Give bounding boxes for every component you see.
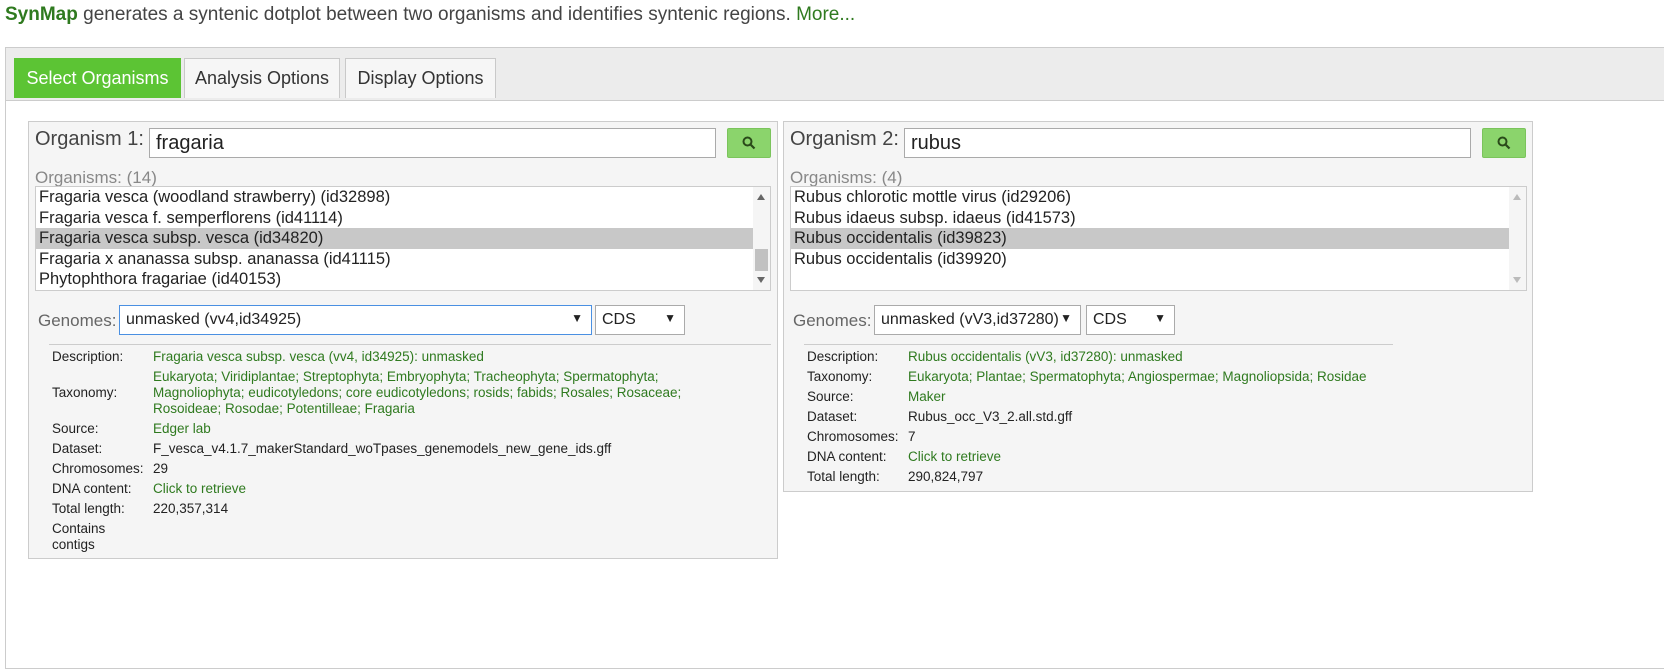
organism1-genome-value: unmasked (vv4,id34925) bbox=[126, 311, 302, 328]
tab-display-options[interactable]: Display Options bbox=[345, 58, 496, 98]
chromosomes-value: 7 bbox=[908, 429, 916, 444]
organism2-panel: Organism 2: Organisms: (4) Rubus chlorot… bbox=[783, 121, 1533, 492]
scroll-up-icon[interactable] bbox=[1513, 194, 1521, 200]
organism1-panel: Organism 1: Organisms: (14) Fragaria ves… bbox=[28, 121, 778, 559]
tab-select-organisms[interactable]: Select Organisms bbox=[14, 58, 181, 98]
more-link[interactable]: More... bbox=[796, 4, 855, 25]
organism1-search-input[interactable] bbox=[149, 128, 716, 158]
source-value: Edger lab bbox=[153, 421, 211, 436]
organism2-feature-value: CDS bbox=[1093, 311, 1127, 328]
source-value: Maker bbox=[908, 389, 946, 404]
list-item[interactable]: Phytophthora fragariae (id40153) bbox=[36, 269, 770, 290]
app-description: generates a syntenic dotplot between two… bbox=[77, 4, 797, 25]
app-brand: SynMap bbox=[5, 4, 78, 25]
organism2-feature-select[interactable]: CDS ▼ bbox=[1086, 305, 1175, 335]
list-item[interactable]: Rubus occidentalis (id39920) bbox=[791, 249, 1526, 270]
description-value: Fragaria vesca subsp. vesca (vv4, id3492… bbox=[153, 349, 484, 364]
organism2-genomes-label: Genomes: bbox=[793, 311, 872, 330]
organism1-search-button[interactable] bbox=[727, 128, 771, 158]
description-label: Description: bbox=[52, 349, 124, 364]
description-label: Description: bbox=[807, 349, 879, 364]
chevron-down-icon: ▼ bbox=[571, 311, 583, 325]
organism1-feature-value: CDS bbox=[602, 311, 636, 328]
dataset-value: F_vesca_v4.1.7_makerStandard_woTpases_ge… bbox=[153, 441, 612, 456]
organism1-genome-info: Description: Fragaria vesca subsp. vesca … bbox=[52, 348, 772, 558]
divider bbox=[804, 344, 1393, 345]
total-length-label: Total length: bbox=[807, 469, 880, 484]
dna-retrieve-link[interactable]: Click to retrieve bbox=[153, 481, 246, 496]
taxonomy-value-line2: Magnoliophyta; eudicotyledons; core eudi… bbox=[153, 385, 682, 400]
scroll-thumb[interactable] bbox=[755, 249, 768, 271]
total-length-value: 290,824,797 bbox=[908, 469, 984, 484]
organism2-genome-value: unmasked (vV3,id37280) bbox=[881, 311, 1059, 328]
organism2-count-label: Organisms: (4) bbox=[790, 168, 903, 187]
taxonomy-value-line3: Rosoideae; Rosodae; Potentilleae; Fragar… bbox=[153, 401, 415, 416]
organism1-feature-select[interactable]: CDS ▼ bbox=[595, 305, 685, 335]
organism2-genome-select[interactable]: unmasked (vV3,id37280) ▼ bbox=[874, 305, 1081, 335]
list-item[interactable]: Rubus idaeus subsp. idaeus (id41573) bbox=[791, 208, 1526, 229]
dataset-label: Dataset: bbox=[52, 441, 103, 456]
source-label: Source: bbox=[52, 421, 99, 436]
taxonomy-value-line1: Eukaryota; Viridiplantae; Streptophyta; … bbox=[153, 369, 659, 384]
tab-analysis-options[interactable]: Analysis Options bbox=[184, 58, 340, 98]
contigs-label-line2: contigs bbox=[52, 537, 95, 552]
page-header: SynMap generates a syntenic dotplot betw… bbox=[5, 4, 855, 26]
taxonomy-value: Eukaryota; Plantae; Spermatophyta; Angio… bbox=[908, 369, 1367, 384]
list-item-selected[interactable]: Rubus occidentalis (id39823) bbox=[791, 228, 1526, 249]
chevron-down-icon: ▼ bbox=[664, 311, 676, 325]
list-item[interactable]: Fragaria vesca f. semperflorens (id41114… bbox=[36, 208, 770, 229]
source-label: Source: bbox=[807, 389, 854, 404]
chromosomes-label: Chromosomes: bbox=[807, 429, 899, 444]
scroll-down-icon[interactable] bbox=[757, 277, 765, 283]
dataset-label: Dataset: bbox=[807, 409, 858, 424]
taxonomy-label: Taxonomy: bbox=[52, 385, 118, 400]
list-item[interactable]: Fragaria x ananassa subsp. ananassa (id4… bbox=[36, 249, 770, 270]
organism1-listbox[interactable]: Fragaria vesca (woodland strawberry) (id… bbox=[35, 186, 771, 291]
chevron-down-icon: ▼ bbox=[1154, 311, 1166, 325]
search-icon bbox=[1497, 136, 1511, 150]
organism1-genomes-label: Genomes: bbox=[38, 311, 117, 330]
chromosomes-label: Chromosomes: bbox=[52, 461, 144, 476]
organism2-search-input[interactable] bbox=[904, 128, 1471, 158]
organism1-count-label: Organisms: (14) bbox=[35, 168, 157, 187]
dna-content-label: DNA content: bbox=[52, 481, 132, 496]
dna-retrieve-link[interactable]: Click to retrieve bbox=[908, 449, 1001, 464]
list-item[interactable]: Rubus chlorotic mottle virus (id29206) bbox=[791, 187, 1526, 208]
chromosomes-value: 29 bbox=[153, 461, 169, 476]
dataset-value: Rubus_occ_V3_2.all.std.gff bbox=[908, 409, 1073, 424]
organism2-genome-info: Description: Rubus occidentalis (vV3, id3… bbox=[807, 348, 1527, 488]
organism2-listbox[interactable]: Rubus chlorotic mottle virus (id29206) R… bbox=[790, 186, 1527, 291]
list-item[interactable]: Fragaria vesca (woodland strawberry) (id… bbox=[36, 187, 770, 208]
organism2-list-scrollbar[interactable] bbox=[1509, 187, 1526, 290]
organism2-search-button[interactable] bbox=[1482, 128, 1526, 158]
dna-content-label: DNA content: bbox=[807, 449, 887, 464]
total-length-label: Total length: bbox=[52, 501, 125, 516]
description-value: Rubus occidentalis (vV3, id37280): unmas… bbox=[908, 349, 1183, 364]
organism1-list-scrollbar[interactable] bbox=[753, 187, 770, 290]
contigs-label-line1: Contains bbox=[52, 521, 106, 536]
scroll-up-icon[interactable] bbox=[757, 194, 765, 200]
tab-bar: Select Organisms Analysis Options Displa… bbox=[6, 48, 1664, 101]
search-icon bbox=[742, 136, 756, 150]
scroll-down-icon[interactable] bbox=[1513, 277, 1521, 283]
organism1-label: Organism 1: bbox=[35, 128, 144, 150]
organism1-genome-select[interactable]: unmasked (vv4,id34925) ▼ bbox=[119, 305, 592, 335]
total-length-value: 220,357,314 bbox=[153, 501, 229, 516]
list-item-selected[interactable]: Fragaria vesca subsp. vesca (id34820) bbox=[36, 228, 770, 249]
divider bbox=[49, 344, 771, 345]
organism2-label: Organism 2: bbox=[790, 128, 899, 150]
chevron-down-icon: ▼ bbox=[1060, 311, 1072, 325]
taxonomy-label: Taxonomy: bbox=[807, 369, 873, 384]
